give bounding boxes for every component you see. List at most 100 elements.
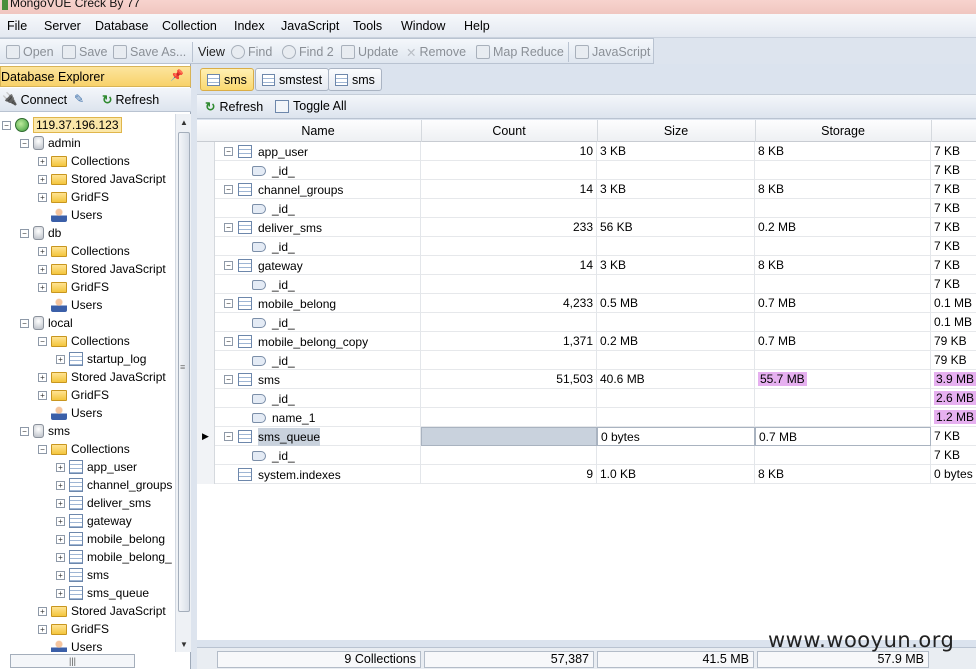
collection-row[interactable]: − mobile_belong 4,233 0.5 MB 0.7 MB 0.1 MB [197,294,976,313]
collapse-icon[interactable]: − [20,426,29,436]
row-header[interactable] [197,142,215,161]
tree-stored-javascript[interactable]: + Stored JavaScript [38,260,166,278]
expand-icon[interactable]: + [38,282,47,292]
tree-collection-item[interactable]: + channel_groups [56,476,172,494]
index-row[interactable]: _id_ 7 KB [197,275,976,294]
collapse-icon[interactable]: − [38,336,47,346]
expand-icon[interactable]: + [38,390,47,400]
expand-icon[interactable]: + [56,462,65,472]
find-button[interactable]: Find [231,43,272,61]
tree-db-db[interactable]: − db [20,224,61,242]
collapse-icon[interactable]: − [224,432,233,441]
map-reduce-button[interactable]: Map Reduce [476,43,564,61]
collection-row[interactable]: − deliver_sms 233 56 KB 0.2 MB 7 KB [197,218,976,237]
collapse-icon[interactable]: − [224,223,233,232]
row-header[interactable] [197,446,215,465]
expand-icon[interactable]: + [38,156,47,166]
collapse-icon[interactable]: − [224,147,233,156]
column-header-size[interactable]: Size [597,124,755,138]
tree-users[interactable]: Users [51,296,102,314]
column-header-storage[interactable]: Storage [755,124,931,138]
menu-index[interactable]: Index [234,19,265,33]
pin-icon[interactable]: 📌 [170,69,184,82]
expand-icon[interactable]: + [56,498,65,508]
tree-stored-javascript[interactable]: + Stored JavaScript [38,368,166,386]
collection-row[interactable]: − sms 51,503 40.6 MB 55.7 MB 3.9 MB [197,370,976,389]
row-header[interactable] [197,256,215,275]
collapse-icon[interactable]: − [224,185,233,194]
index-row[interactable]: _id_ 79 KB [197,351,976,370]
index-row[interactable]: _id_ 7 KB [197,446,976,465]
menu-window[interactable]: Window [401,19,445,33]
expand-icon[interactable]: + [56,552,65,562]
menu-help[interactable]: Help [464,19,490,33]
collapse-icon[interactable]: − [38,444,47,454]
tree-db-admin[interactable]: − admin [20,134,81,152]
connect-button[interactable]: 🔌 Connect [2,92,67,107]
expand-icon[interactable]: + [38,624,47,634]
tab-smstest[interactable]: smstest [255,68,330,91]
row-header[interactable] [197,218,215,237]
tree-horizontal-scrollbar[interactable]: ||| [10,654,135,668]
index-row[interactable]: _id_ 2.6 MB [197,389,976,408]
column-header-count[interactable]: Count [421,124,597,138]
row-header[interactable] [197,370,215,389]
save-as-button[interactable]: Save As... [113,43,186,61]
explorer-refresh-button[interactable]: ↻ Refresh [102,92,159,108]
row-header[interactable] [197,275,215,294]
menu-collection[interactable]: Collection [162,19,217,33]
collection-row[interactable]: − channel_groups 14 3 KB 8 KB 7 KB [197,180,976,199]
tree-vertical-scrollbar[interactable]: ▲ ≡ ▼ [175,114,191,652]
row-header[interactable] [197,351,215,370]
tree-stored-javascript[interactable]: + Stored JavaScript [38,602,166,620]
collapse-icon[interactable]: − [20,318,29,328]
find2-button[interactable]: Find 2 [282,43,334,61]
index-row[interactable]: _id_ 7 KB [197,237,976,256]
collection-row[interactable]: ▶ − sms_queue 0 bytes 0.7 MB 7 KB [197,427,976,446]
tree-collections[interactable]: + Collections [38,242,130,260]
row-header[interactable] [197,465,215,484]
collapse-icon[interactable]: − [224,337,233,346]
expand-icon[interactable]: + [38,264,47,274]
collapse-icon[interactable]: − [224,375,233,384]
tree-users[interactable]: Users [51,206,102,224]
scroll-up-icon[interactable]: ▲ [180,118,188,127]
tree-collections[interactable]: + Collections [38,152,130,170]
collapse-icon[interactable]: − [224,299,233,308]
collection-row[interactable]: − app_user 10 3 KB 8 KB 7 KB [197,142,976,161]
javascript-button[interactable]: JavaScript [575,43,650,61]
expand-icon[interactable]: + [56,480,65,490]
row-header[interactable] [197,389,215,408]
tab-sms-2[interactable]: sms [328,68,382,91]
menu-database[interactable]: Database [95,19,149,33]
menu-server[interactable]: Server [44,19,81,33]
tree-db-sms[interactable]: − sms [20,422,70,440]
update-button[interactable]: Update [341,43,398,61]
expand-icon[interactable]: + [56,354,65,364]
collection-row[interactable]: system.indexes 9 1.0 KB 8 KB 0 bytes [197,465,976,484]
tree-gridfs[interactable]: + GridFS [38,620,109,638]
tree-collection-item[interactable]: + sms [56,566,109,584]
collapse-icon[interactable]: − [20,138,29,148]
save-button[interactable]: Save [62,43,108,61]
tab-sms[interactable]: sms [200,68,254,91]
index-row[interactable]: _id_ 7 KB [197,161,976,180]
tree-db-local[interactable]: − local [20,314,73,332]
tree-users[interactable]: Users [51,638,102,652]
tree-collection-item[interactable]: + deliver_sms [56,494,151,512]
index-row[interactable]: _id_ 0.1 MB [197,313,976,332]
tree-server[interactable]: − 119.37.196.123 [2,116,122,134]
remove-button[interactable]: ✕ Remove [406,43,466,61]
tree-collections[interactable]: − Collections [38,440,130,458]
tree-collection-item[interactable]: + mobile_belong_ [56,548,172,566]
tree-gridfs[interactable]: + GridFS [38,188,109,206]
tree-gridfs[interactable]: + GridFS [38,278,109,296]
scroll-down-icon[interactable]: ▼ [180,640,188,649]
expand-icon[interactable]: + [38,174,47,184]
view-button[interactable]: View [198,43,225,61]
tree-users[interactable]: Users [51,404,102,422]
row-header[interactable] [197,237,215,256]
index-row[interactable]: _id_ 7 KB [197,199,976,218]
expand-icon[interactable]: + [56,588,65,598]
row-header[interactable] [197,294,215,313]
